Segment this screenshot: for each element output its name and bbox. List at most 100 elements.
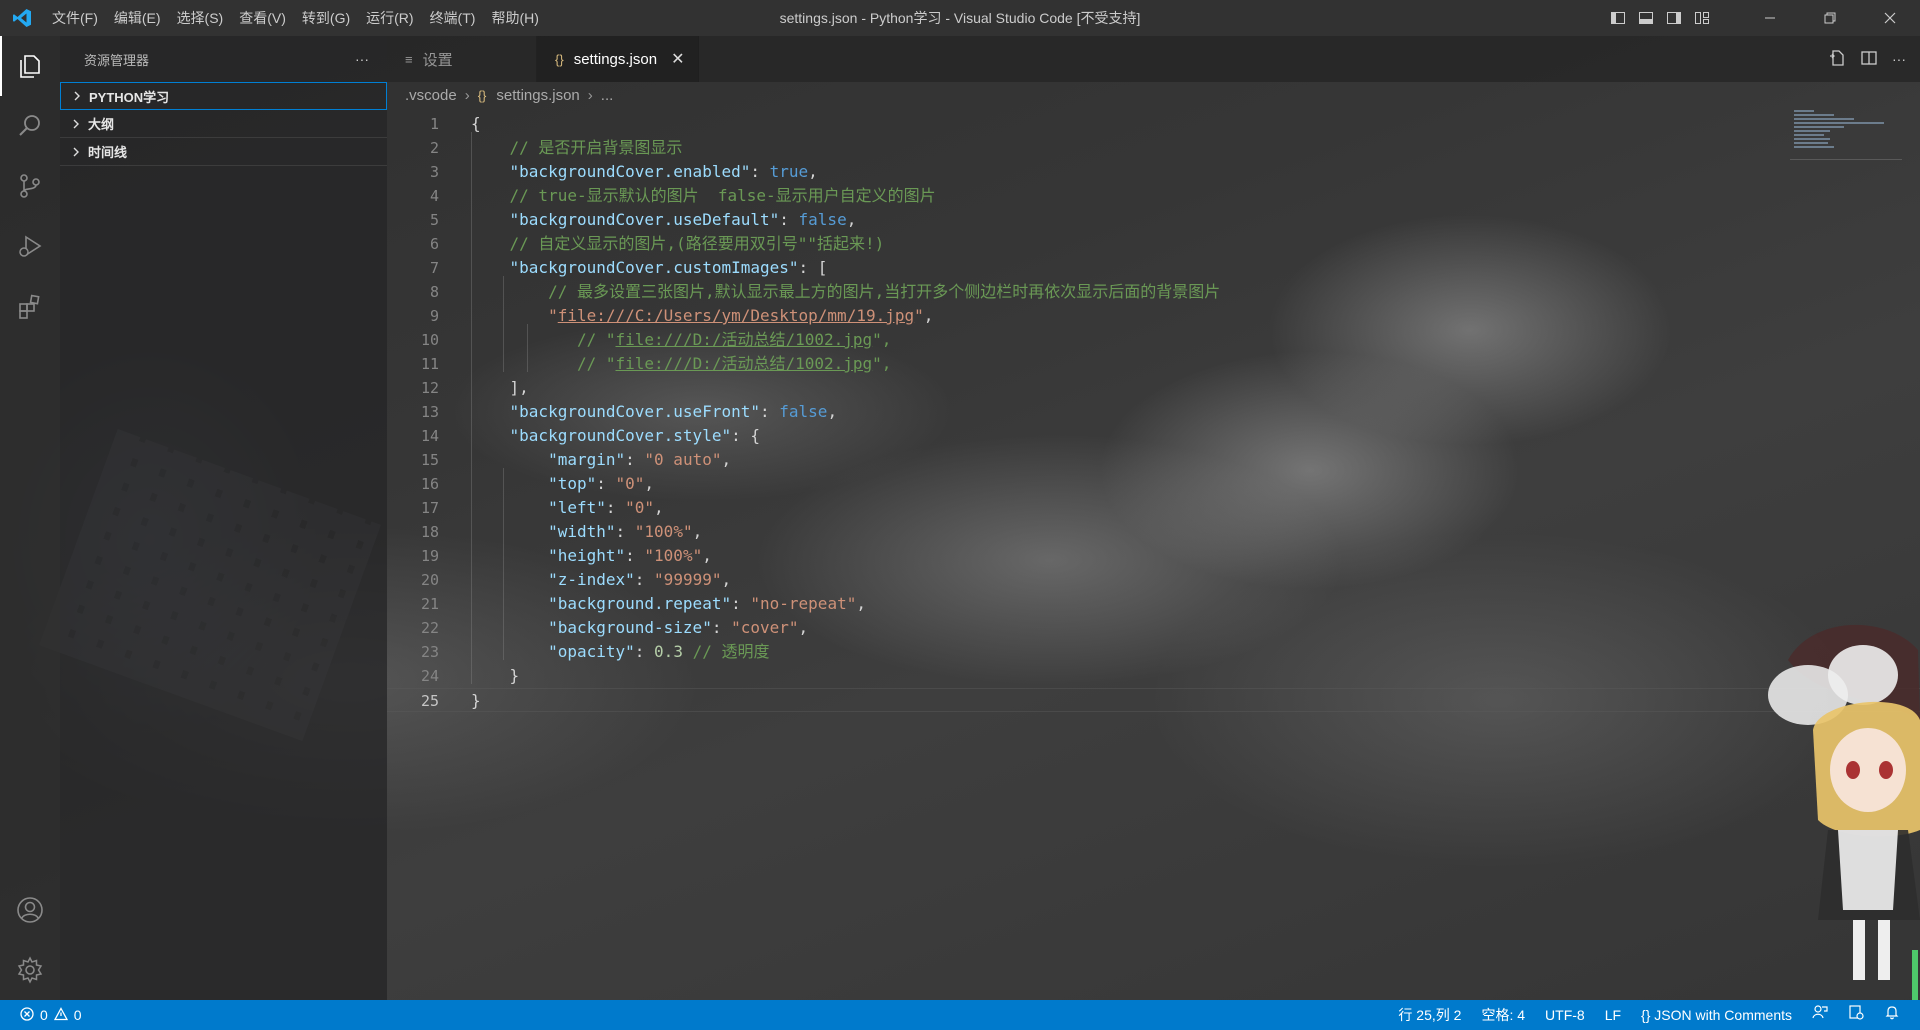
menu-selection[interactable]: 选择(S) bbox=[169, 0, 232, 36]
minimap[interactable] bbox=[1790, 108, 1902, 160]
section-python-folder[interactable]: PYTHON学习 bbox=[60, 82, 387, 110]
explorer-icon[interactable] bbox=[0, 36, 60, 96]
section-outline[interactable]: 大纲 bbox=[60, 110, 387, 138]
line-number: 8 bbox=[429, 283, 439, 301]
line-number: 9 bbox=[429, 307, 439, 325]
breadcrumb-folder[interactable]: .vscode bbox=[405, 87, 457, 104]
menu-help[interactable]: 帮助(H) bbox=[483, 0, 546, 36]
line-number: 10 bbox=[420, 331, 439, 349]
code-text: "background.repeat": "no-repeat", bbox=[548, 594, 866, 613]
more-editor-actions-icon[interactable]: ··· bbox=[1892, 51, 1906, 67]
close-window-icon[interactable] bbox=[1860, 0, 1920, 36]
line-number: 20 bbox=[420, 571, 439, 589]
code-line[interactable]: 20 "z-index": "99999", bbox=[387, 568, 1920, 592]
title-bar: 文件(F) 编辑(E) 选择(S) 查看(V) 转到(G) 运行(R) 终端(T… bbox=[0, 0, 1920, 36]
line-number: 17 bbox=[420, 499, 439, 517]
minimize-icon[interactable] bbox=[1740, 0, 1800, 36]
code-line[interactable]: 17 "left": "0", bbox=[387, 496, 1920, 520]
code-line[interactable]: 16 "top": "0", bbox=[387, 472, 1920, 496]
tab-settings[interactable]: ≡ 设置 bbox=[387, 36, 537, 82]
customize-layout-icon[interactable] bbox=[1688, 0, 1716, 36]
toggle-panel-icon[interactable] bbox=[1632, 0, 1660, 36]
tab-label: settings.json bbox=[573, 50, 658, 68]
line-number: 11 bbox=[420, 355, 439, 373]
language-label: JSON with Comments bbox=[1654, 1007, 1792, 1023]
indentation[interactable]: 空格: 4 bbox=[1471, 1000, 1535, 1030]
accounts-icon[interactable] bbox=[0, 880, 60, 940]
toggle-secondary-sidebar-icon[interactable] bbox=[1660, 0, 1688, 36]
code-line[interactable]: 22 "background-size": "cover", bbox=[387, 616, 1920, 640]
line-number: 22 bbox=[420, 619, 439, 637]
line-number: 23 bbox=[420, 643, 439, 661]
code-line[interactable]: 6 // 自定义显示的图片,(路径要用双引号""括起来!) bbox=[387, 232, 1920, 256]
code-line[interactable]: 13 "backgroundCover.useFront": false, bbox=[387, 400, 1920, 424]
open-settings-ui-icon[interactable] bbox=[1828, 49, 1846, 70]
breadcrumb-tail[interactable]: ... bbox=[601, 87, 614, 104]
code-text: "background-size": "cover", bbox=[548, 618, 809, 637]
code-line[interactable]: 21 "background.repeat": "no-repeat", bbox=[387, 592, 1920, 616]
language-mode[interactable]: {} JSON with Comments bbox=[1631, 1000, 1802, 1030]
code-text: // "file:///D:/活动总结/1002.jpg", bbox=[576, 330, 892, 349]
code-line[interactable]: 15 "margin": "0 auto", bbox=[387, 448, 1920, 472]
code-text: "backgroundCover.customImages": [ bbox=[509, 258, 828, 277]
code-line[interactable]: 14 "backgroundCover.style": { bbox=[387, 424, 1920, 448]
section-label: 时间线 bbox=[88, 145, 128, 160]
toggle-primary-sidebar-icon[interactable] bbox=[1604, 0, 1632, 36]
breadcrumb-file[interactable]: settings.json bbox=[496, 87, 579, 104]
menu-view[interactable]: 查看(V) bbox=[231, 0, 294, 36]
feedback-icon[interactable] bbox=[1802, 1000, 1838, 1030]
line-number: 1 bbox=[429, 115, 439, 133]
bell-icon[interactable] bbox=[1874, 1000, 1910, 1030]
menu-edit[interactable]: 编辑(E) bbox=[106, 0, 169, 36]
code-line[interactable]: 4 // true-显示默认的图片 false-显示用户自定义的图片 bbox=[387, 184, 1920, 208]
more-actions-icon[interactable]: ··· bbox=[355, 51, 369, 67]
code-line[interactable]: 8 // 最多设置三张图片,默认显示最上方的图片,当打开多个侧边栏时再依次显示后… bbox=[387, 280, 1920, 304]
code-line[interactable]: 9 "file:///C:/Users/ym/Desktop/mm/19.jpg… bbox=[387, 304, 1920, 328]
cursor-position[interactable]: 行 25,列 2 bbox=[1388, 1000, 1471, 1030]
code-line[interactable]: 18 "width": "100%", bbox=[387, 520, 1920, 544]
restore-icon[interactable] bbox=[1800, 0, 1860, 36]
code-line[interactable]: 19 "height": "100%", bbox=[387, 544, 1920, 568]
encoding[interactable]: UTF-8 bbox=[1535, 1000, 1595, 1030]
code-line[interactable]: 1{ bbox=[387, 112, 1920, 136]
code-line[interactable]: 3 "backgroundCover.enabled": true, bbox=[387, 160, 1920, 184]
search-icon[interactable] bbox=[0, 96, 60, 156]
problems-indicator[interactable]: 0 0 bbox=[0, 1006, 82, 1024]
menu-terminal[interactable]: 终端(T) bbox=[422, 0, 484, 36]
end-of-line[interactable]: LF bbox=[1595, 1000, 1631, 1030]
code-line[interactable]: 11 // "file:///D:/活动总结/1002.jpg", bbox=[387, 352, 1920, 376]
run-debug-icon[interactable] bbox=[0, 216, 60, 276]
code-text: "file:///C:/Users/ym/Desktop/mm/19.jpg", bbox=[548, 306, 934, 325]
code-text: } bbox=[471, 666, 520, 685]
code-line[interactable]: 2 // 是否开启背景图显示 bbox=[387, 136, 1920, 160]
code-line[interactable]: 7 "backgroundCover.customImages": [ bbox=[387, 256, 1920, 280]
code-text: // 最多设置三张图片,默认显示最上方的图片,当打开多个侧边栏时再依次显示后面的… bbox=[548, 282, 1221, 301]
menu-bar: 文件(F) 编辑(E) 选择(S) 查看(V) 转到(G) 运行(R) 终端(T… bbox=[44, 0, 547, 36]
code-line[interactable]: 25} bbox=[387, 688, 1920, 712]
code-line[interactable]: 5 "backgroundCover.useDefault": false, bbox=[387, 208, 1920, 232]
code-line[interactable]: 24 } bbox=[387, 664, 1920, 688]
manage-gear-icon[interactable] bbox=[0, 940, 60, 1000]
chevron-right-icon bbox=[69, 91, 85, 101]
code-text: // 是否开启背景图显示 bbox=[509, 138, 683, 157]
code-text: // true-显示默认的图片 false-显示用户自定义的图片 bbox=[509, 186, 936, 205]
menu-run[interactable]: 运行(R) bbox=[358, 0, 421, 36]
tab-settings-json[interactable]: {} settings.json ✕ bbox=[537, 36, 700, 82]
extensions-icon[interactable] bbox=[0, 276, 60, 336]
code-editor[interactable]: 1{2 // 是否开启背景图显示 3 "backgroundCover.enabl… bbox=[387, 108, 1920, 1000]
line-number: 16 bbox=[420, 475, 439, 493]
code-text: "top": "0", bbox=[548, 474, 655, 493]
vscode-logo-icon bbox=[0, 0, 44, 36]
notifications-settings-icon[interactable] bbox=[1838, 1000, 1874, 1030]
menu-go[interactable]: 转到(G) bbox=[294, 0, 358, 36]
split-editor-icon[interactable] bbox=[1860, 49, 1878, 70]
source-control-icon[interactable] bbox=[0, 156, 60, 216]
close-tab-icon[interactable]: ✕ bbox=[671, 49, 684, 69]
menu-file[interactable]: 文件(F) bbox=[44, 0, 106, 36]
line-number: 15 bbox=[420, 451, 439, 469]
code-text: "left": "0", bbox=[548, 498, 664, 517]
code-line[interactable]: 12 ], bbox=[387, 376, 1920, 400]
code-line[interactable]: 10 // "file:///D:/活动总结/1002.jpg", bbox=[387, 328, 1920, 352]
code-line[interactable]: 23 "opacity": 0.3 // 透明度 bbox=[387, 640, 1920, 664]
section-timeline[interactable]: 时间线 bbox=[60, 138, 387, 166]
